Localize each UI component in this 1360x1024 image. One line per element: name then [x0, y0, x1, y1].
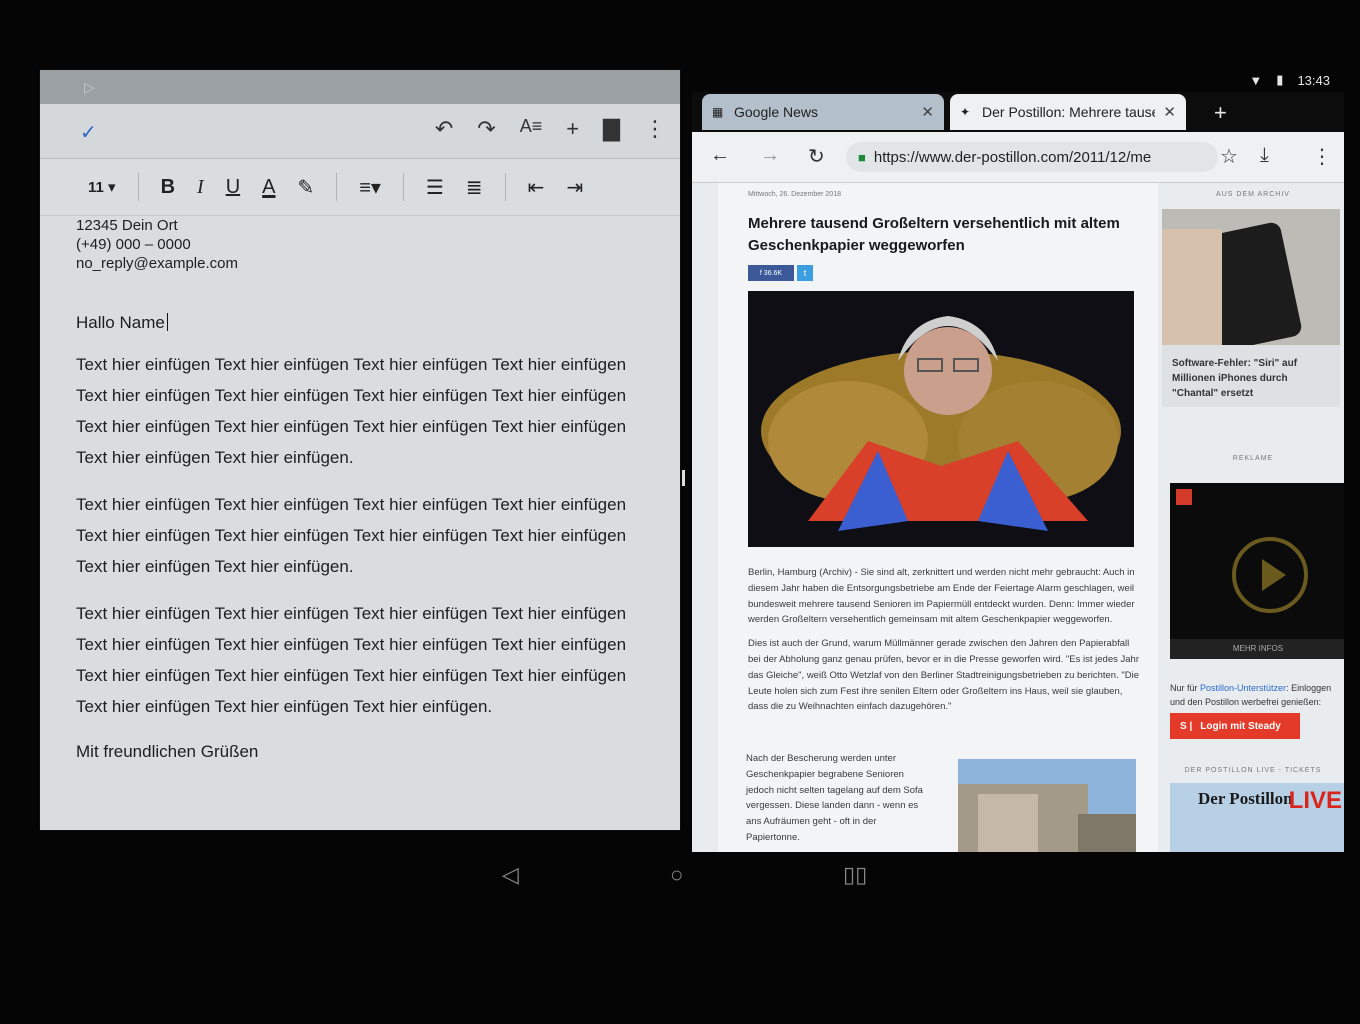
tab-label: Der Postillon: Mehrere tause: [982, 104, 1156, 120]
sidebar: AUS DEM ARCHIV Software-Fehler: "Siri" a…: [1162, 183, 1344, 852]
article: Mittwoch, 26. Dezember 2018 Mehrere taus…: [718, 183, 1158, 852]
text-format-icon[interactable]: A≡: [520, 116, 543, 142]
menu-icon[interactable]: ⋮: [1312, 144, 1332, 169]
article-date: Mittwoch, 26. Dezember 2018: [748, 191, 841, 198]
live-word: LIVE: [1288, 787, 1342, 814]
reload-icon[interactable]: ↻: [808, 144, 825, 169]
live-header: DER POSTILLON LIVE - TICKETS: [1184, 767, 1322, 774]
format-toolbar: 11 ▾ B I U A ✎ ≡▾ ☰ ≣ ⇤ ⇥: [40, 159, 680, 216]
ad-header: REKLAME: [1232, 455, 1274, 462]
steady-info: Nur für Postillon-Unterstützer: Einlogge…: [1170, 683, 1332, 707]
article-paragraph: Dies ist auch der Grund, warum Müllmänne…: [748, 638, 1139, 713]
steady-icon: S |: [1180, 720, 1193, 732]
address-bar[interactable]: ■ https://www.der-postillon.com/2011/12/…: [846, 142, 1218, 172]
bookmark-star-icon[interactable]: ☆: [1220, 144, 1238, 169]
forward-arrow-icon[interactable]: →: [760, 144, 780, 167]
close-tab-icon[interactable]: ✕: [1163, 103, 1176, 121]
status-bar: ▼ ▮ 13:43: [1249, 72, 1330, 88]
archive-card[interactable]: Software-Fehler: "Siri" auf Millionen iP…: [1162, 209, 1340, 407]
sender-address: 12345 Dein Ort (+49) 000 – 0000 no_reply…: [76, 216, 636, 273]
paper-stack-image: [958, 759, 1136, 852]
highlight-icon[interactable]: ✎: [297, 175, 314, 200]
docs-top-toolbar: ✓ ↶ ↷ A≡ + ▇ ⋮: [40, 104, 680, 159]
docs-app: ▷ ✓ ↶ ↷ A≡ + ▇ ⋮ 11 ▾ B I U A ✎ ≡▾ ☰ ≣ ⇤…: [40, 70, 680, 830]
paragraph: Text hier einfügen Text hier einfügen Te…: [76, 495, 627, 576]
article-photo: [748, 291, 1134, 547]
email-line: no_reply@example.com: [76, 255, 238, 272]
url-text: https://www.der-postillon.com/2011/12/me: [873, 148, 1152, 166]
new-tab-icon[interactable]: +: [1214, 100, 1227, 126]
battery-icon: ▮: [1276, 72, 1284, 87]
more-vert-icon[interactable]: ⋮: [644, 116, 666, 142]
article-paragraph: Berlin, Hamburg (Archiv) - Sie sind alt,…: [748, 567, 1135, 626]
toolbar: ← → ↻ ■ https://www.der-postillon.com/20…: [692, 132, 1344, 183]
align-icon[interactable]: ≡▾: [359, 175, 381, 200]
download-icon[interactable]: ⤓: [1260, 144, 1269, 167]
paragraph: Text hier einfügen Text hier einfügen Te…: [76, 355, 627, 467]
system-nav-bar: ◁ ○ ▯▯: [0, 852, 1360, 902]
back-arrow-icon[interactable]: ←: [710, 144, 730, 167]
font-size-select[interactable]: 11 ▾: [88, 178, 116, 196]
paragraph: Text hier einfügen Text hier einfügen Te…: [76, 604, 627, 716]
app-logo-icon: ▷: [84, 79, 95, 95]
bullet-list-icon[interactable]: ☰: [426, 175, 444, 200]
twitter-share-button[interactable]: t: [797, 265, 813, 281]
divider: [137, 173, 139, 201]
share-buttons: f 36.6K t: [748, 265, 813, 281]
recents-icon[interactable]: ▯▯: [843, 862, 867, 888]
bold-button[interactable]: B: [161, 176, 175, 199]
split-screen-handle[interactable]: [682, 470, 685, 486]
app-title-strip: ▷: [40, 70, 680, 104]
article-paragraph: Nach der Bescherung werden unter Geschen…: [746, 753, 923, 843]
numbered-list-icon[interactable]: ≣: [466, 175, 483, 200]
archive-header: AUS DEM ARCHIV: [1216, 191, 1290, 198]
tab-label: Google News: [734, 104, 819, 120]
check-icon[interactable]: ✓: [80, 120, 97, 145]
archive-caption: Software-Fehler: "Siri" auf Millionen iP…: [1172, 358, 1298, 399]
divider: [336, 173, 338, 201]
divider: [402, 173, 404, 201]
close-tab-icon[interactable]: ✕: [921, 103, 934, 121]
address-line: 12345 Dein Ort: [76, 217, 178, 234]
underline-button[interactable]: U: [226, 176, 240, 199]
text-cursor: [166, 313, 168, 331]
lock-icon: ■: [858, 149, 866, 165]
greeting: Hallo Name: [76, 313, 636, 333]
insert-icon[interactable]: +: [566, 116, 579, 142]
google-news-favicon-icon: ▦: [712, 105, 724, 119]
video-ad[interactable]: MEHR INFOS: [1170, 483, 1344, 659]
facebook-share-button[interactable]: f 36.6K: [748, 265, 794, 281]
closing: Mit freundlichen Grüßen: [76, 742, 259, 761]
indent-icon[interactable]: ⇥: [566, 175, 583, 200]
supporter-link[interactable]: Postillon-Unterstützer: [1200, 683, 1286, 693]
outdent-icon[interactable]: ⇤: [528, 175, 545, 200]
archive-image: [1162, 209, 1340, 352]
browser-app: ▦ Google News ✕ ✦ Der Postillon: Mehrere…: [692, 92, 1344, 852]
steady-login-button[interactable]: S | Login mit Steady: [1170, 713, 1300, 739]
italic-button[interactable]: I: [197, 176, 204, 199]
postillon-favicon-icon: ✦: [960, 105, 971, 119]
clock: 13:43: [1297, 72, 1330, 88]
phone-line: (+49) 000 – 0000: [76, 236, 191, 253]
document-body[interactable]: 12345 Dein Ort (+49) 000 – 0000 no_reply…: [76, 216, 636, 762]
tab-google-news[interactable]: ▦ Google News ✕: [702, 94, 944, 130]
live-title: Der Postillon: [1198, 789, 1293, 808]
tab-strip: ▦ Google News ✕ ✦ Der Postillon: Mehrere…: [692, 92, 1344, 132]
live-tickets-banner[interactable]: Der Postillon LIVE: [1170, 783, 1344, 852]
steady-button-label: Login mit Steady: [1200, 720, 1281, 732]
article-text: Berlin, Hamburg (Archiv) - Sie sind alt,…: [748, 565, 1140, 723]
comment-icon[interactable]: ▇: [603, 116, 620, 142]
redo-icon[interactable]: ↷: [477, 116, 495, 142]
wifi-icon: ▼: [1249, 72, 1263, 88]
tab-postillon[interactable]: ✦ Der Postillon: Mehrere tause ✕: [950, 94, 1186, 130]
web-page: Mittwoch, 26. Dezember 2018 Mehrere taus…: [692, 183, 1344, 852]
more-info-button[interactable]: MEHR INFOS: [1170, 639, 1344, 659]
divider: [504, 173, 506, 201]
home-icon[interactable]: ○: [670, 862, 683, 888]
text-color-button[interactable]: A: [262, 176, 275, 199]
article-headline[interactable]: Mehrere tausend Großeltern versehentlich…: [748, 213, 1148, 257]
undo-icon[interactable]: ↶: [435, 116, 453, 142]
back-icon[interactable]: ◁: [502, 862, 519, 888]
